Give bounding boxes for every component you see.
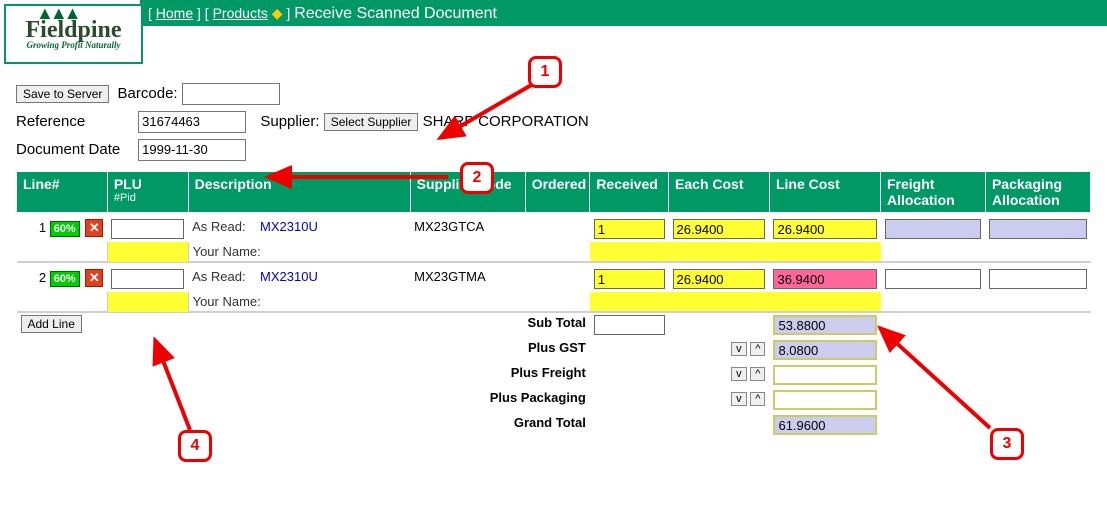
match-pct-badge: 60% (50, 221, 80, 237)
logo: ▲▲▲ Fieldpine Growing Profit Naturally (4, 4, 143, 64)
line-cost-input[interactable] (773, 219, 876, 239)
freight-alloc-input[interactable] (885, 269, 982, 289)
col-ordered: Ordered (525, 172, 590, 213)
col-description: Description (188, 172, 410, 213)
reference-input[interactable] (138, 111, 246, 133)
nav-home[interactable]: Home (156, 5, 193, 21)
col-received: Received (590, 172, 669, 213)
col-packaging-alloc: Packaging Allocation (985, 172, 1090, 213)
col-plu: PLU#Pid (107, 172, 188, 213)
received-input[interactable] (594, 269, 665, 289)
description-link[interactable]: MX2310U (260, 269, 318, 284)
table-row: 1 60% ✕ As Read: MX2310U MX23GTCA (17, 213, 1091, 242)
each-cost-input[interactable] (673, 219, 766, 239)
freight-alloc-input[interactable] (885, 219, 982, 239)
subtotal-value (773, 315, 876, 335)
page-title: Receive Scanned Document (294, 5, 497, 22)
line-number: 2 (39, 270, 46, 285)
description-link[interactable]: MX2310U (260, 219, 318, 234)
plu-input[interactable] (111, 219, 184, 239)
delete-line-button[interactable]: ✕ (85, 219, 103, 237)
logo-name: Fieldpine (6, 20, 141, 40)
subtotal-label: Sub Total (410, 312, 590, 338)
reference-label: Reference (16, 109, 134, 135)
table-row: Your Name: (17, 292, 1091, 313)
lines-table: Line# PLU#Pid Description Supplier Code … (16, 171, 1091, 438)
col-freight-alloc: Freight Allocation (881, 172, 986, 213)
col-line: Line# (17, 172, 108, 213)
col-supplier-code: Supplier Code (410, 172, 525, 213)
your-name-label: Your Name: (193, 244, 261, 259)
subtotal-input[interactable] (594, 315, 665, 335)
your-name-label: Your Name: (193, 294, 261, 309)
gst-up-button[interactable]: ^ (750, 342, 765, 356)
col-line-cost: Line Cost (769, 172, 880, 213)
header-bar: [ Home ] [ Products ◆ ] Receive Scanned … (140, 0, 1107, 26)
line-number: 1 (39, 220, 46, 235)
supplier-name: SHARP CORPORATION (423, 113, 589, 130)
nav-products[interactable]: Products (213, 5, 268, 21)
freight-down-button[interactable]: v (731, 367, 747, 381)
supplier-label: Supplier: (260, 109, 319, 135)
supplier-code: MX23GTCA (410, 213, 525, 242)
packaging-label: Plus Packaging (410, 388, 590, 413)
select-supplier-button[interactable]: Select Supplier (324, 113, 419, 131)
products-icon: ◆ (272, 5, 283, 21)
col-each-cost: Each Cost (669, 172, 770, 213)
as-read-label: As Read: (192, 219, 245, 234)
document-date-label: Document Date (16, 137, 134, 163)
packaging-value[interactable] (773, 390, 876, 410)
freight-value[interactable] (773, 365, 876, 385)
freight-up-button[interactable]: ^ (750, 367, 765, 381)
table-row: Your Name: (17, 242, 1091, 263)
received-input[interactable] (594, 219, 665, 239)
logo-tagline: Growing Profit Naturally (6, 40, 141, 50)
barcode-input[interactable] (182, 83, 280, 105)
form-area: Save to Server Barcode: Reference Suppli… (0, 81, 1107, 163)
packaging-alloc-input[interactable] (989, 219, 1086, 239)
line-cost-input[interactable] (773, 269, 876, 289)
packaging-up-button[interactable]: ^ (750, 392, 765, 406)
match-pct-badge: 60% (50, 271, 80, 287)
each-cost-input[interactable] (673, 269, 766, 289)
document-date-input[interactable] (138, 139, 246, 161)
supplier-code: MX23GTMA (410, 262, 525, 292)
packaging-alloc-input[interactable] (989, 269, 1086, 289)
plu-input[interactable] (111, 269, 184, 289)
gst-label: Plus GST (410, 338, 590, 363)
barcode-label: Barcode: (118, 81, 178, 107)
delete-line-button[interactable]: ✕ (85, 269, 103, 287)
freight-label: Plus Freight (410, 363, 590, 388)
save-to-server-button[interactable]: Save to Server (16, 85, 109, 103)
grand-total-label: Grand Total (410, 413, 590, 438)
table-row: 2 60% ✕ As Read: MX2310U MX23GTMA (17, 262, 1091, 292)
table-header-row: Line# PLU#Pid Description Supplier Code … (17, 172, 1091, 213)
gst-down-button[interactable]: v (731, 342, 747, 356)
gst-value (773, 340, 876, 360)
as-read-label: As Read: (192, 269, 245, 284)
packaging-down-button[interactable]: v (731, 392, 747, 406)
grand-total-value (773, 415, 876, 435)
add-line-button[interactable]: Add Line (21, 315, 82, 333)
